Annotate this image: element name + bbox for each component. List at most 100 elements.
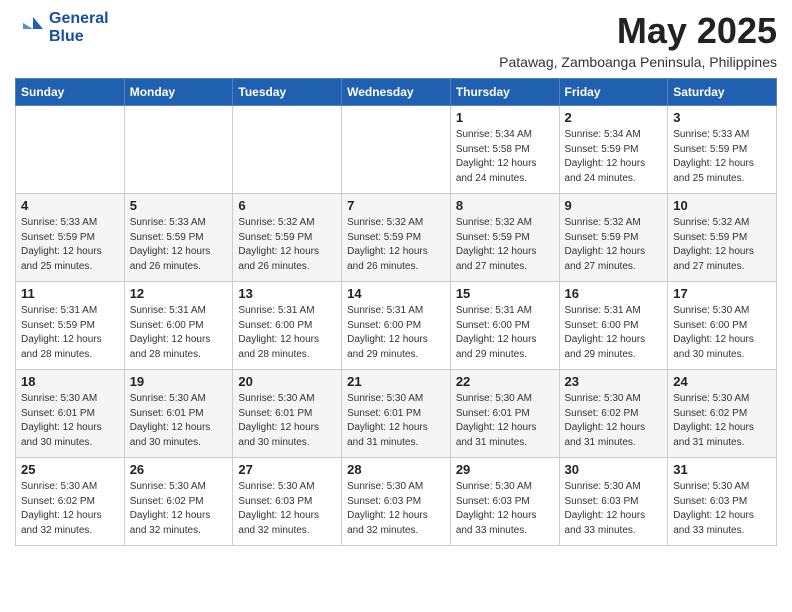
day-number: 29 [456,462,554,477]
col-header-tuesday: Tuesday [233,79,342,106]
logo-icon [15,13,45,43]
col-header-monday: Monday [124,79,233,106]
day-info: Sunrise: 5:31 AM Sunset: 6:00 PM Dayligh… [238,304,336,362]
day-cell: 12 Sunrise: 5:31 AM Sunset: 6:00 PM Dayli… [124,282,233,370]
day-info: Sunrise: 5:30 AM Sunset: 6:02 PM Dayligh… [673,392,771,450]
day-info: Sunrise: 5:30 AM Sunset: 6:03 PM Dayligh… [347,480,445,538]
day-number: 8 [456,198,554,213]
day-number: 18 [21,374,119,389]
day-cell: 24 Sunrise: 5:30 AM Sunset: 6:02 PM Dayli… [668,370,777,458]
day-cell: 6Sunrise: 5:32 AM Sunset: 5:59 PM Daylig… [233,194,342,282]
day-cell: 9 Sunrise: 5:32 AM Sunset: 5:59 PM Daylig… [559,194,668,282]
day-cell: 22Sunrise: 5:30 AM Sunset: 6:01 PM Dayli… [450,370,559,458]
day-cell: 3 Sunrise: 5:33 AM Sunset: 5:59 PM Daylig… [668,106,777,194]
day-cell: 8 Sunrise: 5:32 AM Sunset: 5:59 PM Daylig… [450,194,559,282]
day-info: Sunrise: 5:30 AM Sunset: 6:01 PM Dayligh… [130,392,228,450]
day-cell [16,106,125,194]
day-info: Sunrise: 5:32 AM Sunset: 5:59 PM Dayligh… [456,216,554,274]
day-info: Sunrise: 5:33 AM Sunset: 5:59 PM Dayligh… [673,128,771,186]
day-cell: 17 Sunrise: 5:30 AM Sunset: 6:00 PM Dayli… [668,282,777,370]
day-cell: 15Sunrise: 5:31 AM Sunset: 6:00 PM Dayli… [450,282,559,370]
day-number: 20 [238,374,336,389]
day-cell: 18 Sunrise: 5:30 AM Sunset: 6:01 PM Dayli… [16,370,125,458]
day-cell: 14 Sunrise: 5:31 AM Sunset: 6:00 PM Dayli… [342,282,451,370]
month-title: May 2025 [499,10,777,52]
day-number: 15 [456,286,554,301]
week-row-1: 1 Sunrise: 5:34 AM Sunset: 5:58 PM Daylig… [16,106,777,194]
day-number: 27 [238,462,336,477]
day-info: Sunrise: 5:30 AM Sunset: 6:03 PM Dayligh… [238,480,336,538]
day-number: 12 [130,286,228,301]
day-cell: 19 Sunrise: 5:30 AM Sunset: 6:01 PM Dayli… [124,370,233,458]
day-number: 24 [673,374,771,389]
day-number: 21 [347,374,445,389]
day-number: 3 [673,110,771,125]
day-number: 23 [565,374,663,389]
day-info: Sunrise: 5:31 AM Sunset: 6:00 PM Dayligh… [347,304,445,362]
day-cell: 29 Sunrise: 5:30 AM Sunset: 6:03 PM Dayli… [450,458,559,546]
day-number: 11 [21,286,119,301]
day-cell: 23 Sunrise: 5:30 AM Sunset: 6:02 PM Dayli… [559,370,668,458]
day-number: 31 [673,462,771,477]
day-info: Sunrise: 5:30 AM Sunset: 6:01 PM Dayligh… [347,392,445,450]
day-number: 28 [347,462,445,477]
day-number: 7 [347,198,445,213]
day-cell: 30Sunrise: 5:30 AM Sunset: 6:03 PM Dayli… [559,458,668,546]
day-info: Sunrise: 5:32 AM Sunset: 5:59 PM Dayligh… [673,216,771,274]
day-number: 4 [21,198,119,213]
day-cell: 31Sunrise: 5:30 AM Sunset: 6:03 PM Dayli… [668,458,777,546]
day-number: 1 [456,110,554,125]
day-cell: 16 Sunrise: 5:31 AM Sunset: 6:00 PM Dayli… [559,282,668,370]
day-number: 13 [238,286,336,301]
day-cell [233,106,342,194]
day-cell: 11Sunrise: 5:31 AM Sunset: 5:59 PM Dayli… [16,282,125,370]
day-cell: 26Sunrise: 5:30 AM Sunset: 6:02 PM Dayli… [124,458,233,546]
day-cell: 21 Sunrise: 5:30 AM Sunset: 6:01 PM Dayli… [342,370,451,458]
day-cell: 10 Sunrise: 5:32 AM Sunset: 5:59 PM Dayli… [668,194,777,282]
day-info: Sunrise: 5:32 AM Sunset: 5:59 PM Dayligh… [565,216,663,274]
col-header-thursday: Thursday [450,79,559,106]
day-info: Sunrise: 5:30 AM Sunset: 6:02 PM Dayligh… [21,480,119,538]
header-row: SundayMondayTuesdayWednesdayThursdayFrid… [16,79,777,106]
day-info: Sunrise: 5:33 AM Sunset: 5:59 PM Dayligh… [21,216,119,274]
day-info: Sunrise: 5:30 AM Sunset: 6:00 PM Dayligh… [673,304,771,362]
day-cell: 13 Sunrise: 5:31 AM Sunset: 6:00 PM Dayli… [233,282,342,370]
week-row-5: 25 Sunrise: 5:30 AM Sunset: 6:02 PM Dayli… [16,458,777,546]
week-row-3: 11Sunrise: 5:31 AM Sunset: 5:59 PM Dayli… [16,282,777,370]
day-number: 9 [565,198,663,213]
col-header-saturday: Saturday [668,79,777,106]
day-cell: 2Sunrise: 5:34 AM Sunset: 5:59 PM Daylig… [559,106,668,194]
day-info: Sunrise: 5:34 AM Sunset: 5:58 PM Dayligh… [456,128,554,186]
day-number: 30 [565,462,663,477]
day-number: 6 [238,198,336,213]
day-number: 17 [673,286,771,301]
logo-text: General Blue [49,10,109,45]
day-number: 25 [21,462,119,477]
week-row-2: 4 Sunrise: 5:33 AM Sunset: 5:59 PM Daylig… [16,194,777,282]
title-block: May 2025 Patawag, Zamboanga Peninsula, P… [499,10,777,70]
day-number: 19 [130,374,228,389]
day-info: Sunrise: 5:31 AM Sunset: 6:00 PM Dayligh… [565,304,663,362]
day-info: Sunrise: 5:30 AM Sunset: 6:02 PM Dayligh… [565,392,663,450]
day-cell: 20 Sunrise: 5:30 AM Sunset: 6:01 PM Dayli… [233,370,342,458]
day-info: Sunrise: 5:33 AM Sunset: 5:59 PM Dayligh… [130,216,228,274]
day-cell [342,106,451,194]
day-number: 14 [347,286,445,301]
day-number: 16 [565,286,663,301]
day-cell: 25 Sunrise: 5:30 AM Sunset: 6:02 PM Dayli… [16,458,125,546]
calendar-table: SundayMondayTuesdayWednesdayThursdayFrid… [15,78,777,546]
col-header-friday: Friday [559,79,668,106]
day-info: Sunrise: 5:30 AM Sunset: 6:03 PM Dayligh… [456,480,554,538]
day-info: Sunrise: 5:34 AM Sunset: 5:59 PM Dayligh… [565,128,663,186]
day-number: 26 [130,462,228,477]
week-row-4: 18 Sunrise: 5:30 AM Sunset: 6:01 PM Dayli… [16,370,777,458]
day-info: Sunrise: 5:32 AM Sunset: 5:59 PM Dayligh… [347,216,445,274]
day-number: 10 [673,198,771,213]
day-info: Sunrise: 5:30 AM Sunset: 6:01 PM Dayligh… [456,392,554,450]
day-cell: 27 Sunrise: 5:30 AM Sunset: 6:03 PM Dayli… [233,458,342,546]
day-info: Sunrise: 5:31 AM Sunset: 6:00 PM Dayligh… [130,304,228,362]
col-header-wednesday: Wednesday [342,79,451,106]
day-info: Sunrise: 5:30 AM Sunset: 6:01 PM Dayligh… [238,392,336,450]
day-info: Sunrise: 5:30 AM Sunset: 6:01 PM Dayligh… [21,392,119,450]
subtitle: Patawag, Zamboanga Peninsula, Philippine… [499,54,777,70]
